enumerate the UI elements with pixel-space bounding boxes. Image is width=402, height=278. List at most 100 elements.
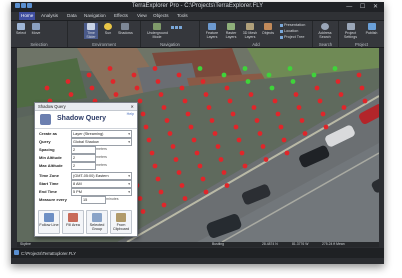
query-point xyxy=(245,79,251,84)
end-time-select[interactable]: 5 PM ▾ xyxy=(71,188,132,196)
fill-area-button[interactable]: Fill Area xyxy=(62,210,84,234)
title-bar: TerraExplorer Pro - C:\Projects\TerraExp… xyxy=(11,2,384,12)
location-icon xyxy=(280,29,283,33)
query-point xyxy=(173,157,179,162)
query-point xyxy=(242,66,248,71)
menu-analysis[interactable]: Analysis xyxy=(41,13,58,18)
query-point xyxy=(182,196,188,201)
menu-tools[interactable]: Tools xyxy=(177,13,188,18)
menu-data[interactable]: Data xyxy=(67,13,77,18)
sun-icon xyxy=(104,23,112,30)
raster-icon xyxy=(227,23,235,30)
publish-icon xyxy=(367,23,376,30)
group-icon xyxy=(92,213,102,222)
query-point xyxy=(152,163,158,169)
zoom-icon[interactable] xyxy=(179,25,182,29)
query-point xyxy=(131,72,137,78)
status-longitude: 81.3776 W xyxy=(292,242,309,246)
query-point xyxy=(161,202,167,208)
query-point xyxy=(248,92,254,97)
query-point xyxy=(140,111,146,117)
max-altitude-input[interactable]: 2 xyxy=(71,162,96,170)
query-point xyxy=(362,98,368,104)
query-point xyxy=(233,124,239,130)
query-point xyxy=(143,124,149,130)
query-point xyxy=(356,72,362,78)
presentation-button[interactable]: Presentation xyxy=(280,23,305,27)
window-controls[interactable]: — ☐ ✕ xyxy=(346,3,381,10)
close-icon[interactable]: ✕ xyxy=(130,103,134,110)
start-time-row: Start Time 8 AM ▾ xyxy=(39,180,132,188)
query-point xyxy=(152,66,158,71)
query-select[interactable]: Global Shadow ▾ xyxy=(71,138,132,146)
query-point xyxy=(137,98,143,104)
raster-layers-button[interactable]: Raster Layers xyxy=(222,23,240,39)
objects-button[interactable]: Objects xyxy=(260,23,276,39)
from-clipboard-button[interactable]: From Clipboard xyxy=(110,210,132,234)
group-label: Environment xyxy=(92,42,116,47)
menu-effects[interactable]: Effects xyxy=(114,13,128,18)
query-point xyxy=(179,183,185,188)
query-point xyxy=(257,131,263,136)
shadows-button[interactable]: Shadows xyxy=(118,23,133,39)
panel-heading: Shadow Query xyxy=(57,115,107,122)
query-point xyxy=(242,163,248,169)
start-time-select[interactable]: 8 AM ▾ xyxy=(71,180,132,188)
query-point xyxy=(281,137,287,143)
query-point xyxy=(299,118,305,123)
spacing-input[interactable]: 2 xyxy=(71,146,96,154)
query-point xyxy=(263,157,269,162)
move-button[interactable]: Move xyxy=(29,23,43,39)
selected-group-button[interactable]: Selected Group xyxy=(86,210,108,234)
time-zone-select[interactable]: (GMT-05:00) Eastern ▾ xyxy=(71,172,132,180)
location-button[interactable]: Location xyxy=(280,29,298,33)
underground-mode-button[interactable]: Underground Mode xyxy=(147,23,168,39)
feature-layers-button[interactable]: Feature Layers xyxy=(203,23,221,39)
address-search-button[interactable]: Address Search xyxy=(316,23,334,39)
measure-every-row: Measure every 15 minutes xyxy=(39,196,119,204)
query-point xyxy=(224,183,230,188)
query-point xyxy=(290,79,296,84)
query-point xyxy=(200,79,206,84)
group-search: Address Search Search xyxy=(313,21,339,47)
follow-line-button[interactable]: Follow Line xyxy=(38,210,60,234)
query-point xyxy=(197,163,203,169)
query-point xyxy=(155,176,161,182)
create-as-select[interactable]: Layer (Streaming) ▾ xyxy=(71,130,132,138)
select-button[interactable]: Select xyxy=(14,23,28,39)
group-label: Add xyxy=(252,42,260,47)
globe-icon[interactable] xyxy=(171,25,174,29)
query-point xyxy=(221,170,227,175)
menu-objects[interactable]: Objects xyxy=(153,13,169,18)
query-point xyxy=(227,98,233,104)
min-altitude-input[interactable]: 2 xyxy=(71,154,96,162)
publish-button[interactable]: Publish xyxy=(362,23,381,39)
query-point xyxy=(188,124,194,130)
query-row: Query Global Shadow ▾ xyxy=(39,138,132,146)
query-point xyxy=(65,79,71,84)
menu-home[interactable]: Home xyxy=(19,12,36,20)
chevron-down-icon: ▾ xyxy=(128,190,130,194)
chevron-down-icon: ▾ xyxy=(128,182,130,186)
project-settings-button[interactable]: Project Settings xyxy=(341,23,360,39)
sun-button[interactable]: Sun xyxy=(101,23,115,39)
query-point xyxy=(209,118,215,123)
help-link[interactable]: Help xyxy=(127,112,134,116)
query-point xyxy=(338,92,344,97)
nav-icons[interactable] xyxy=(171,25,183,29)
time-slider-button[interactable]: Time Slider xyxy=(84,23,98,39)
query-point xyxy=(272,98,278,104)
measure-every-input[interactable]: 15 xyxy=(81,196,106,204)
query-point xyxy=(176,72,182,78)
menu-view[interactable]: View xyxy=(137,13,147,18)
mesh-layers-button[interactable]: 3D Mesh Layers xyxy=(241,23,259,39)
status-altitude: 275.24 ft Mean xyxy=(322,242,345,246)
project-tree-button[interactable]: Project Tree xyxy=(280,35,304,39)
query-point xyxy=(215,144,221,149)
compass-icon[interactable] xyxy=(175,25,178,29)
query-point xyxy=(185,111,191,117)
query-point xyxy=(146,137,152,143)
status-place: Bustling xyxy=(212,242,225,246)
menu-navigation[interactable]: Navigation xyxy=(84,13,106,18)
project-path: C:\Projects\TerraExplorer.FLY xyxy=(21,251,77,256)
